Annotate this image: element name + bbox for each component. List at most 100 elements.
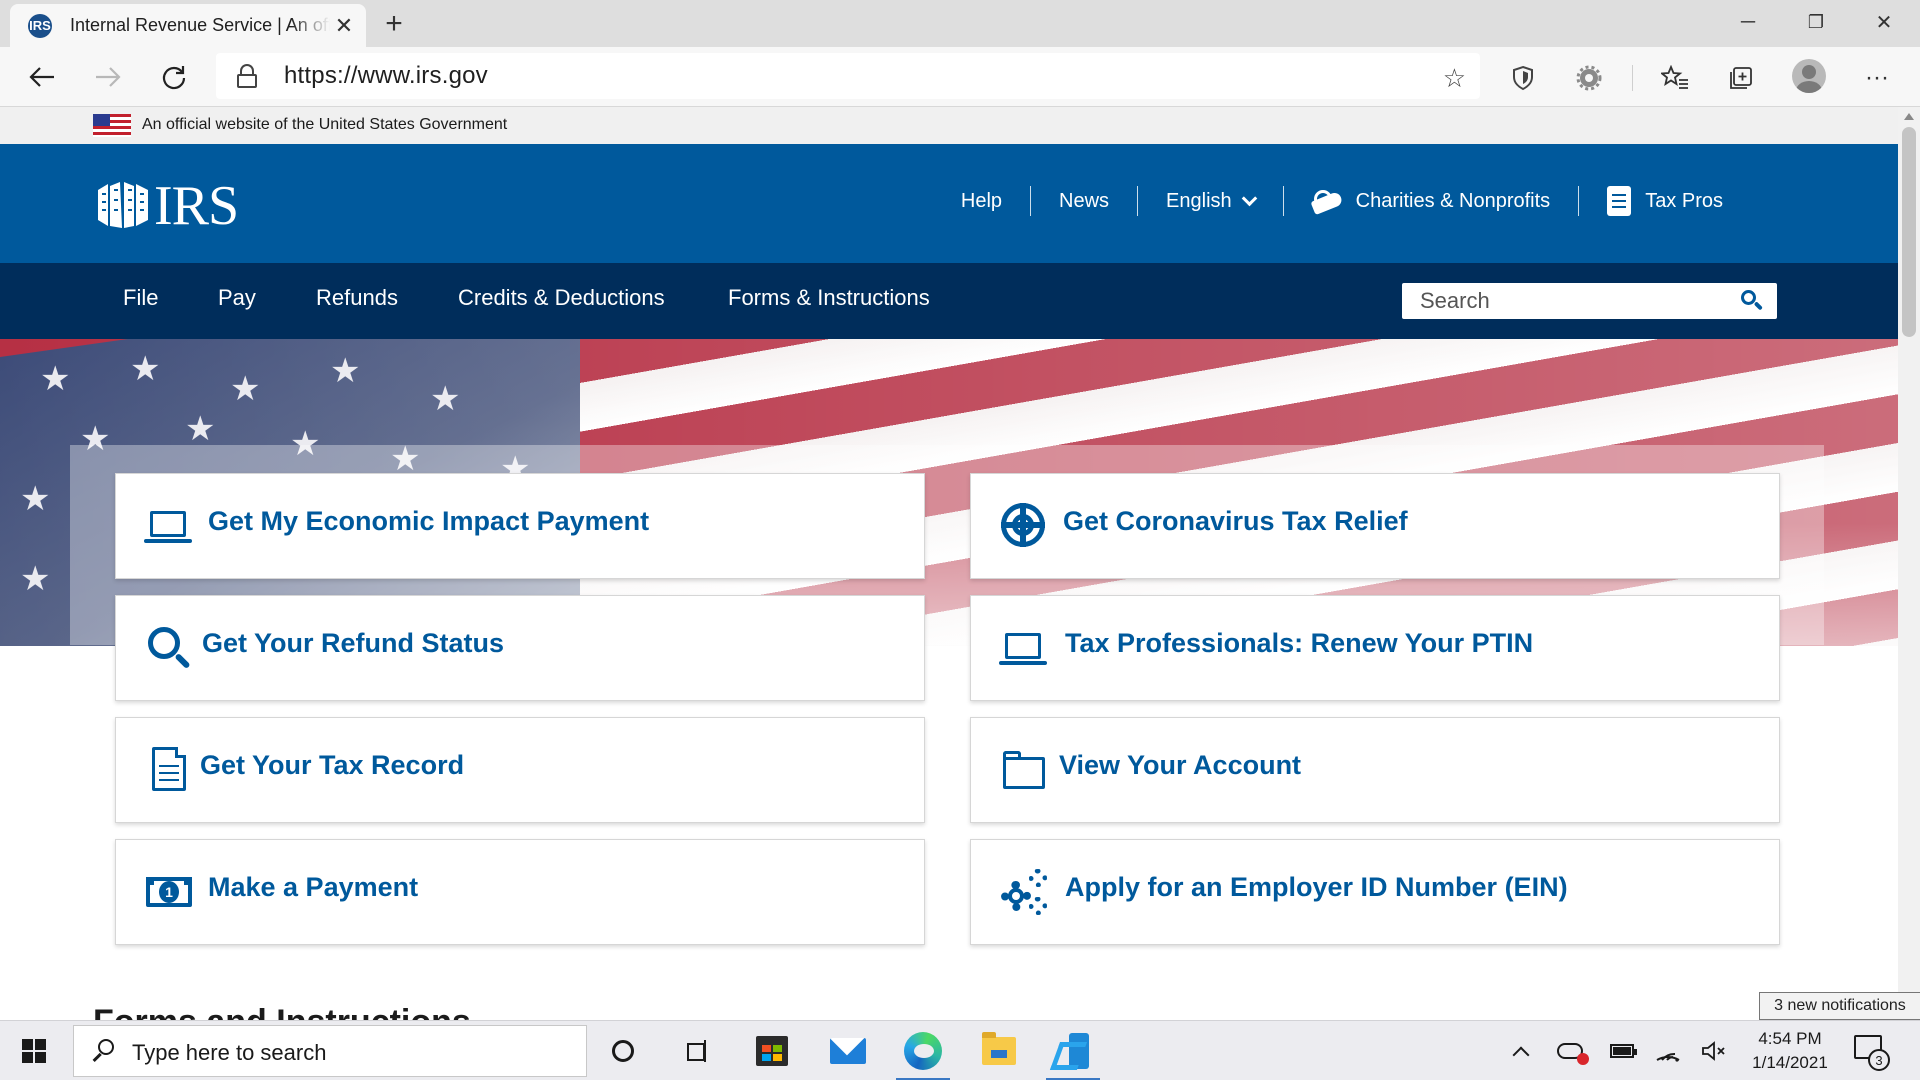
- taskbar-clock[interactable]: 4:54 PM 1/14/2021: [1740, 1027, 1840, 1075]
- utility-divider: [1030, 186, 1032, 216]
- utility-divider: [1578, 186, 1580, 216]
- new-tab-button[interactable]: +: [376, 6, 412, 42]
- clock-time: 4:54 PM: [1758, 1029, 1822, 1048]
- laptop-icon: [144, 501, 194, 551]
- onedrive-tray[interactable]: [1552, 1021, 1589, 1080]
- card-label: View Your Account: [1059, 749, 1302, 780]
- card-make-payment[interactable]: 1 Make a Payment: [115, 839, 925, 945]
- irs-logo[interactable]: IRS: [94, 175, 239, 237]
- card-label: Apply for an Employer ID Number (EIN): [1065, 871, 1568, 902]
- notification-count-badge: 3: [1868, 1049, 1890, 1071]
- collections-icon[interactable]: [1724, 61, 1758, 95]
- scroll-thumb[interactable]: [1902, 127, 1916, 337]
- browser-toolbar: https://www.irs.gov ☆ ···: [0, 47, 1920, 107]
- card-label: Get My Economic Impact Payment: [208, 505, 650, 536]
- scroll-up-arrow-icon[interactable]: [1904, 113, 1914, 120]
- nav-charities[interactable]: Charities & Nonprofits: [1284, 186, 1579, 216]
- main-nav-credits-deductions[interactable]: Credits & Deductions: [458, 285, 665, 311]
- tab-close-icon[interactable]: ✕: [330, 12, 358, 40]
- vscode-app[interactable]: [1042, 1021, 1104, 1080]
- irs-favicon-icon: IRS: [28, 13, 52, 38]
- gov-banner: An official website of the United States…: [0, 107, 1898, 144]
- minimize-button[interactable]: ─: [1714, 0, 1782, 44]
- card-label: Get Your Refund Status: [202, 627, 505, 658]
- windows-start-icon[interactable]: [22, 1039, 46, 1063]
- mail-app[interactable]: [817, 1021, 879, 1080]
- taskbar-search[interactable]: Type here to search: [73, 1025, 587, 1077]
- cortana-button[interactable]: [592, 1021, 654, 1080]
- forward-button[interactable]: [88, 57, 128, 97]
- show-hidden-icons-button[interactable]: [1506, 1021, 1536, 1080]
- nav-tax-pros[interactable]: Tax Pros: [1579, 186, 1723, 216]
- document-icon: [1607, 186, 1632, 216]
- more-options-icon[interactable]: ···: [1860, 61, 1894, 95]
- volume-muted-icon: [1702, 1041, 1725, 1061]
- gear-extension-icon[interactable]: [1572, 61, 1606, 95]
- edge-app[interactable]: [892, 1021, 954, 1080]
- onedrive-icon: [1557, 1043, 1589, 1065]
- task-view-icon: [683, 1040, 709, 1062]
- shield-extension-icon[interactable]: [1506, 61, 1540, 95]
- main-nav-forms-instructions[interactable]: Forms & Instructions: [728, 285, 930, 311]
- lock-icon[interactable]: [236, 64, 258, 88]
- volume-tray[interactable]: [1696, 1021, 1732, 1080]
- search-input[interactable]: [1402, 283, 1732, 319]
- handshake-icon: [1312, 188, 1344, 214]
- site-search: [1402, 283, 1777, 319]
- mail-icon: [830, 1038, 866, 1064]
- gov-banner-text: An official website of the United States…: [142, 116, 508, 133]
- file-icon: [144, 745, 194, 795]
- window-close-button[interactable]: ✕: [1850, 0, 1918, 44]
- nav-help[interactable]: Help: [933, 186, 1030, 216]
- utility-divider: [1137, 186, 1139, 216]
- store-icon: [756, 1036, 788, 1066]
- nav-charities-label: Charities & Nonprofits: [1355, 189, 1551, 212]
- eagle-icon: [94, 180, 152, 232]
- back-arrow-icon: [29, 67, 54, 87]
- windows-taskbar: Type here to search 4:54 PM 1/14/2021 3: [0, 1020, 1920, 1080]
- card-tax-record[interactable]: Get Your Tax Record: [115, 717, 925, 823]
- browser-tab[interactable]: IRS Internal Revenue Service | An offici…: [10, 4, 366, 47]
- main-nav-refunds[interactable]: Refunds: [316, 285, 398, 311]
- gears-icon: [999, 867, 1049, 917]
- favorites-icon[interactable]: [1658, 61, 1692, 95]
- irs-logo-text: IRS: [154, 175, 239, 237]
- us-flag-icon: [93, 114, 131, 137]
- favorite-star-icon[interactable]: ☆: [1443, 63, 1466, 94]
- battery-icon: [1610, 1044, 1637, 1058]
- address-bar[interactable]: https://www.irs.gov ☆: [216, 53, 1480, 99]
- forward-arrow-icon: [96, 67, 121, 87]
- nav-news[interactable]: News: [1031, 186, 1137, 216]
- profile-avatar[interactable]: [1792, 59, 1826, 93]
- section-heading-forms: Forms and Instructions: [93, 1003, 471, 1020]
- network-tray[interactable]: [1650, 1021, 1686, 1080]
- card-renew-ptin[interactable]: Tax Professionals: Renew Your PTIN: [970, 595, 1780, 701]
- store-app[interactable]: [741, 1021, 803, 1080]
- search-icon: [92, 1039, 116, 1063]
- toolbar-divider: [1632, 65, 1633, 91]
- utility-nav: Help News English Charities & Nonprofits…: [933, 180, 1723, 222]
- file-explorer-app[interactable]: [968, 1021, 1030, 1080]
- search-icon[interactable]: [1741, 290, 1763, 312]
- back-button[interactable]: [22, 57, 62, 97]
- language-selector[interactable]: English: [1138, 186, 1283, 216]
- card-view-account[interactable]: View Your Account: [970, 717, 1780, 823]
- refresh-button[interactable]: [154, 57, 194, 97]
- money-icon: 1: [144, 867, 194, 917]
- page-viewport: An official website of the United States…: [0, 107, 1898, 1020]
- battery-tray[interactable]: [1604, 1021, 1640, 1080]
- utility-divider: [1282, 186, 1284, 216]
- restore-button[interactable]: ❐: [1782, 0, 1850, 44]
- main-nav-pay[interactable]: Pay: [218, 285, 256, 311]
- card-economic-impact-payment[interactable]: Get My Economic Impact Payment: [115, 473, 925, 579]
- file-explorer-icon: [982, 1032, 1016, 1065]
- notification-tooltip: 3 new notifications: [1759, 992, 1920, 1020]
- page-scrollbar[interactable]: [1898, 107, 1920, 1020]
- card-coronavirus-tax-relief[interactable]: Get Coronavirus Tax Relief: [970, 473, 1780, 579]
- taskbar-search-placeholder: Type here to search: [132, 1040, 327, 1065]
- card-employer-id-number[interactable]: Apply for an Employer ID Number (EIN): [970, 839, 1780, 945]
- task-view-button[interactable]: [665, 1021, 727, 1080]
- main-nav-file[interactable]: File: [123, 285, 158, 311]
- url-text[interactable]: https://www.irs.gov: [284, 62, 488, 90]
- card-refund-status[interactable]: Get Your Refund Status: [115, 595, 925, 701]
